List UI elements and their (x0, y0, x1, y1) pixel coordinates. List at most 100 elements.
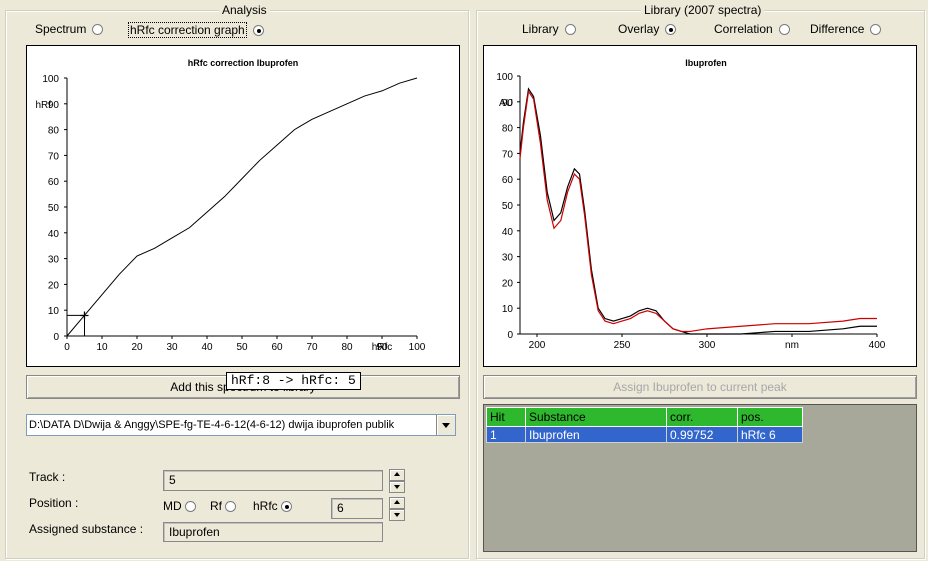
library-group-title: Library (2007 spectra) (641, 3, 765, 17)
x-tick-label: 0 (64, 342, 70, 353)
y-tick-label: 10 (502, 304, 514, 315)
radio-correlation-label: Correlation (714, 22, 773, 36)
radio-difference-circle[interactable] (870, 23, 882, 35)
radio-overlay-circle[interactable] (665, 23, 677, 35)
hits-column-header[interactable]: Hit (486, 407, 526, 427)
y-tick-label: 60 (502, 175, 514, 186)
x-tick-label: 100 (409, 342, 426, 353)
position-up-arrow-icon[interactable] (389, 497, 405, 509)
track-spinner[interactable] (389, 469, 405, 493)
radio-position-hrfc-circle[interactable] (280, 500, 292, 512)
x-tick-label: 400 (869, 340, 886, 351)
x-tick-label: 20 (131, 342, 143, 353)
library-overlay-chart: Ibuprofen 200 250 300 nm 400 0 10 20 30 40 50 60 70 80… (496, 58, 886, 351)
y-tick-label: 70 (48, 151, 60, 162)
table-row[interactable]: 1 Ibuprofen 0.99752 hRfc 6 (486, 426, 803, 443)
file-path-value: D:\DATA D\Dwija & Anggy\SPE-fg-TE-4-6-12… (29, 419, 395, 431)
x-tick-label: 40 (201, 342, 213, 353)
chart-title: Ibuprofen (685, 58, 727, 68)
hrf-tooltip: hRf:8 -> hRfc: 5 (226, 372, 361, 390)
assign-button[interactable]: Assign Ibuprofen to current peak (483, 375, 917, 399)
y-tick-label: 50 (502, 201, 514, 212)
radio-overlay[interactable]: Overlay (618, 22, 677, 36)
radio-spectrum-circle[interactable] (92, 23, 104, 35)
track-label: Track : (29, 470, 66, 484)
radio-difference-label: Difference (810, 22, 865, 36)
radio-md-label: MD (163, 499, 182, 513)
x-tick-label: nm (785, 340, 799, 351)
track-field[interactable]: 5 (163, 470, 383, 491)
radio-correlation-circle[interactable] (778, 23, 790, 35)
marker-crosshair-icon: ✛ (80, 310, 89, 322)
assigned-substance-field: Ibuprofen (163, 522, 383, 542)
radio-hrfc-correction-graph[interactable]: hRfc correction graph (128, 22, 264, 38)
y-tick-label: 30 (502, 253, 514, 264)
table-cell: Ibuprofen (525, 426, 667, 443)
track-up-arrow-icon[interactable] (389, 469, 405, 481)
radio-md-circle[interactable] (184, 500, 196, 512)
table-cell: 1 (486, 426, 526, 443)
radio-spectrum-label: Spectrum (35, 22, 87, 36)
radio-overlay-label: Overlay (618, 22, 660, 36)
radio-position-md[interactable]: MD (163, 499, 196, 513)
y-tick-label: 100 (42, 74, 59, 85)
x-tick-label: 70 (306, 342, 318, 353)
y-tick-label: 20 (48, 280, 60, 291)
y-tick-label: 40 (502, 227, 514, 238)
y-tick-label: 10 (48, 306, 60, 317)
position-down-arrow-icon[interactable] (389, 509, 405, 521)
file-path-dropdown[interactable]: D:\DATA D\Dwija & Anggy\SPE-fg-TE-4-6-12… (26, 414, 456, 436)
hits-table: Hit Substance corr. pos. 1 Ibuprofen 0.99752 h… (486, 407, 803, 443)
x-tick-label: 250 (614, 340, 631, 351)
radio-rf-circle[interactable] (225, 500, 236, 512)
hits-column-header[interactable]: Substance (525, 407, 667, 427)
y-tick-label: 80 (48, 126, 60, 137)
x-tick-label: 80 (341, 342, 353, 353)
radio-correlation[interactable]: Correlation (714, 22, 790, 36)
hits-column-header[interactable]: corr. (666, 407, 738, 427)
chart-title: hRfc correction Ibuprofen (188, 58, 299, 68)
table-cell: hRfc 6 (737, 426, 803, 443)
analysis-view-radios: Spectrum hRfc correction graph (35, 22, 335, 38)
analysis-group-title: Analysis (219, 3, 270, 17)
radio-difference[interactable]: Difference (810, 22, 882, 36)
x-tick-label: 50 (236, 342, 248, 353)
hits-header-row: Hit Substance corr. pos. (486, 407, 803, 427)
table-cell: 0.99752 (666, 426, 738, 443)
assigned-substance-label: Assigned substance : (29, 522, 144, 536)
y-tick-label: 30 (48, 255, 60, 266)
radio-position-rf[interactable]: Rf (210, 499, 236, 513)
series-line (66, 77, 418, 337)
radio-hrfc-circle[interactable] (252, 24, 264, 36)
y-tick-label: 80 (502, 124, 514, 135)
x-tick-label: 30 (166, 342, 178, 353)
x-tick-label: 200 (529, 340, 546, 351)
position-field[interactable]: 6 (331, 498, 383, 519)
y-axis-label: hRf (35, 100, 51, 111)
hrfc-correction-chart: hRfc correction Ibuprofen 0 10 20 30 40 50 60 70… (35, 58, 426, 353)
y-tick-label: 100 (496, 72, 513, 83)
y-tick-label: 50 (48, 203, 60, 214)
x-tick-label: 300 (699, 340, 716, 351)
x-tick-label: 60 (271, 342, 283, 353)
radio-rf-label: Rf (210, 499, 222, 513)
radio-position-hrfc[interactable]: hRfc (253, 499, 292, 513)
radio-library-circle[interactable] (564, 23, 576, 35)
track-down-arrow-icon[interactable] (389, 481, 405, 493)
radio-library-label: Library (522, 22, 559, 36)
assign-button-label: Assign Ibuprofen to current peak (613, 380, 787, 394)
position-label: Position : (29, 496, 79, 510)
x-axis-label: hRfc (372, 342, 393, 353)
y-tick-label: 20 (502, 278, 514, 289)
y-axis-label: AU (499, 98, 513, 109)
hrfc-correction-plot: hRfc correction Ibuprofen 0 10 20 30 40 50 60 70… (26, 45, 460, 367)
hits-grid: Hit Substance corr. pos. 1 Ibuprofen 0.99752 h… (483, 404, 917, 552)
library-overlay-plot: Ibuprofen 200 250 300 nm 400 0 10 20 30 40 50 60 70 80… (483, 45, 917, 367)
x-tick-label: 10 (96, 342, 108, 353)
radio-library[interactable]: Library (522, 22, 576, 36)
chevron-down-icon[interactable] (436, 415, 455, 435)
hits-column-header[interactable]: pos. (737, 407, 803, 427)
y-tick-label: 60 (48, 177, 60, 188)
radio-spectrum[interactable]: Spectrum (35, 22, 104, 36)
position-spinner[interactable] (389, 497, 405, 521)
